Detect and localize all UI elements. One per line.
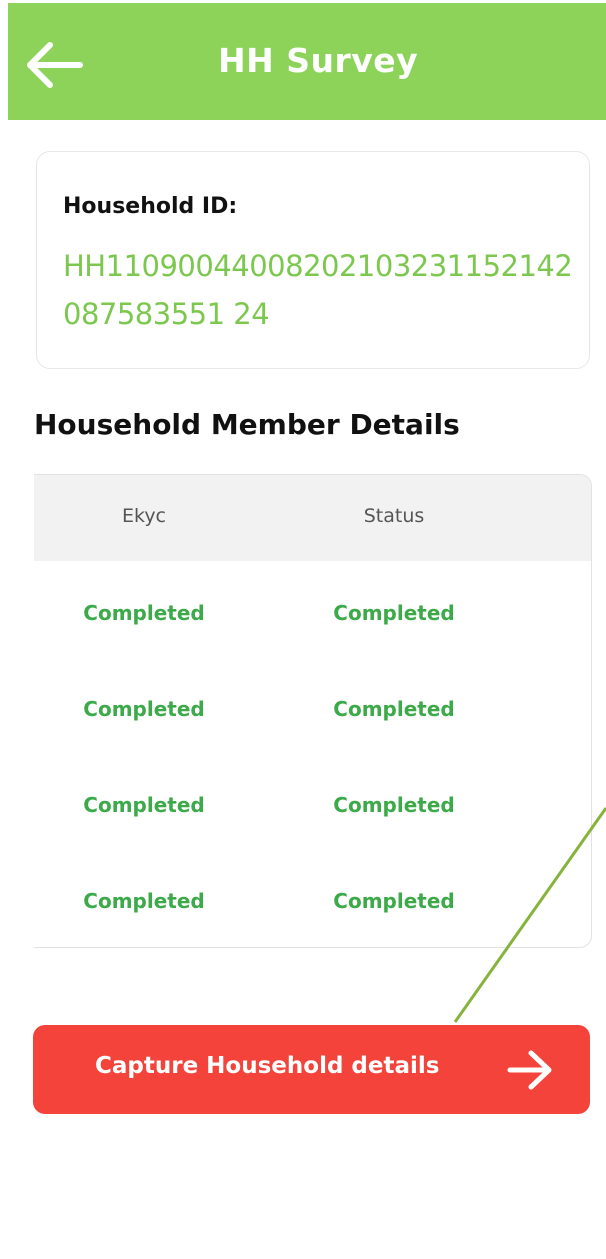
capture-household-details-button[interactable]: Capture Household details: [33, 1025, 590, 1114]
household-id-value: HH11090044008202103231152142087583551 24: [63, 249, 573, 331]
table-row: Completed Completed: [34, 793, 591, 889]
table-row: Completed Completed: [34, 601, 591, 697]
status-cell: Completed: [333, 889, 455, 913]
ekyc-cell: Completed: [83, 697, 205, 721]
screen: HH Survey Household ID: HH11090044008202…: [0, 0, 606, 1259]
table-row: Completed Completed: [34, 889, 591, 947]
arrow-left-icon: [27, 42, 83, 88]
ekyc-cell: Completed: [83, 793, 205, 817]
column-header-ekyc: Ekyc: [121, 505, 167, 527]
arrow-right-icon: [507, 1050, 552, 1090]
member-details-title: Household Member Details: [34, 408, 460, 441]
household-id-card: Household ID: HH110900440082021032311521…: [36, 151, 590, 369]
app-bar: HH Survey: [8, 3, 606, 120]
status-cell: Completed: [333, 793, 455, 817]
household-id-label: Household ID:: [63, 194, 238, 219]
ekyc-cell: Completed: [83, 601, 205, 625]
table-header: Ekyc Status: [34, 475, 591, 561]
status-cell: Completed: [333, 697, 455, 721]
table-row: Completed Completed: [34, 697, 591, 793]
ekyc-cell: Completed: [83, 889, 205, 913]
page-title: HH Survey: [218, 41, 419, 80]
back-button[interactable]: [22, 33, 86, 97]
status-cell: Completed: [333, 601, 455, 625]
member-details-table: Ekyc Status Completed Completed Complete…: [34, 474, 592, 948]
column-header-status: Status: [363, 505, 425, 527]
capture-household-details-label: Capture Household details: [95, 1053, 440, 1079]
